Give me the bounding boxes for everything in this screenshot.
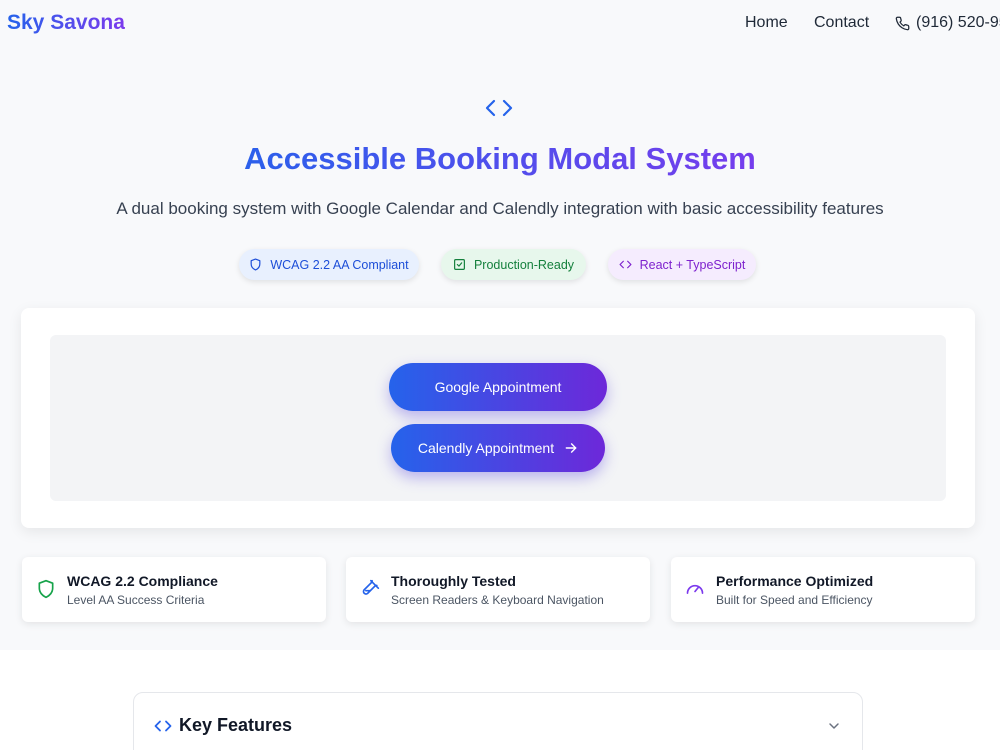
page-subtitle: A dual booking system with Google Calend… bbox=[116, 199, 884, 218]
button-label: Calendly Appointment bbox=[417, 440, 555, 456]
feature-subtitle: Screen Readers & Keyboard Navigation bbox=[391, 593, 604, 607]
booking-card: Google Appointment Calendly Appointment bbox=[21, 308, 975, 528]
code-icon bbox=[154, 720, 172, 732]
chevron-down-icon[interactable] bbox=[826, 718, 842, 734]
nav-contact-link[interactable]: Contact bbox=[814, 14, 869, 32]
feature-title: Thoroughly Tested bbox=[391, 573, 516, 589]
feature-card-tested: Thoroughly Tested Screen Readers & Keybo… bbox=[346, 557, 650, 622]
feature-card-performance: Performance Optimized Built for Speed an… bbox=[671, 557, 975, 622]
phone-icon bbox=[895, 16, 910, 30]
google-appointment-button[interactable]: Google Appointment bbox=[389, 363, 607, 411]
phone-link[interactable]: (916) 520-95 bbox=[895, 14, 1000, 32]
shield-icon bbox=[38, 579, 54, 599]
feature-title: WCAG 2.2 Compliance bbox=[67, 573, 218, 589]
shield-icon bbox=[250, 258, 261, 271]
feature-subtitle: Level AA Success Criteria bbox=[67, 593, 205, 607]
key-features-accordion[interactable]: Key Features bbox=[133, 692, 863, 750]
phone-number: (916) 520-95 bbox=[916, 14, 1000, 31]
button-label: Google Appointment bbox=[434, 379, 562, 395]
page-title: Accessible Booking Modal System bbox=[0, 141, 1000, 177]
test-tube-icon bbox=[362, 579, 380, 595]
badge-label: WCAG 2.2 AA Compliant bbox=[270, 257, 409, 272]
badge-react-typescript: React + TypeScript bbox=[608, 249, 756, 280]
feature-card-wcag: WCAG 2.2 Compliance Level AA Success Cri… bbox=[22, 557, 326, 622]
badge-label: React + TypeScript bbox=[639, 257, 746, 272]
hero-section: Accessible Booking Modal System A dual b… bbox=[0, 48, 1000, 650]
booking-panel: Google Appointment Calendly Appointment bbox=[50, 335, 946, 501]
feature-title: Performance Optimized bbox=[716, 573, 874, 589]
arrow-right-icon bbox=[565, 443, 577, 453]
key-features-title: Key Features bbox=[179, 715, 293, 735]
brand-logo-link[interactable]: Sky Savona bbox=[7, 11, 125, 35]
site-header: Sky Savona Home Contact (916) 520-95 bbox=[0, 0, 1000, 48]
calendly-appointment-button[interactable]: Calendly Appointment bbox=[391, 424, 605, 472]
code-icon bbox=[619, 260, 632, 269]
badge-label: Production-Ready bbox=[473, 257, 575, 272]
badge-production-ready: Production-Ready bbox=[441, 249, 586, 280]
feature-subtitle: Built for Speed and Efficiency bbox=[716, 593, 873, 607]
gauge-icon bbox=[686, 584, 704, 594]
nav-home-link[interactable]: Home bbox=[745, 14, 788, 32]
check-square-icon bbox=[453, 259, 465, 270]
badge-wcag: WCAG 2.2 AA Compliant bbox=[239, 249, 419, 280]
code-icon bbox=[485, 99, 513, 117]
